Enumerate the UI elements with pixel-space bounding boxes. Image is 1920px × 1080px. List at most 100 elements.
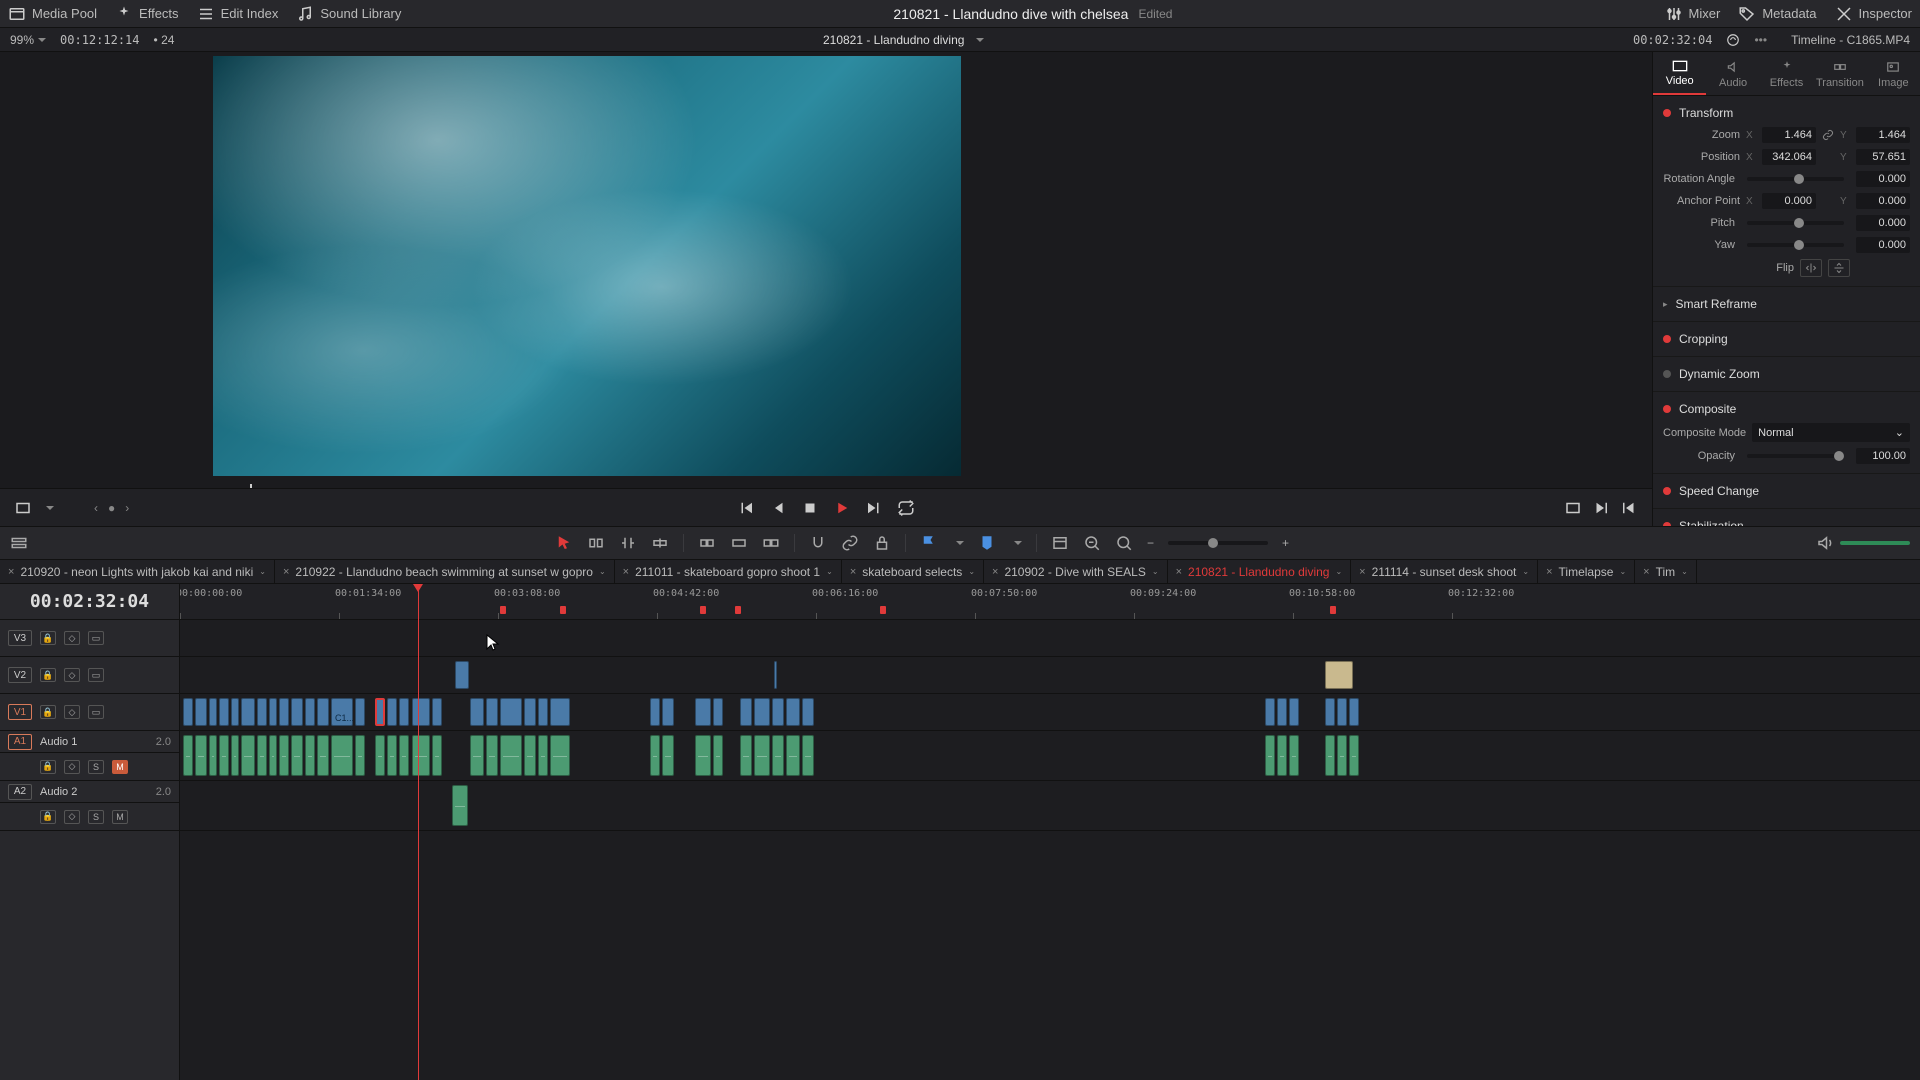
viewer-options[interactable]: ••• <box>1754 33 1767 47</box>
video-clip[interactable] <box>802 698 814 726</box>
insert-clip-icon[interactable] <box>698 534 716 552</box>
audio-clip[interactable] <box>291 735 303 776</box>
a2-auto[interactable]: ◇ <box>64 810 80 824</box>
audio-clip[interactable] <box>231 735 239 776</box>
video-clip[interactable] <box>486 698 498 726</box>
next-marker-icon[interactable] <box>1592 499 1610 517</box>
v3-badge[interactable]: V3 <box>8 630 32 646</box>
dynamic-zoom-dot[interactable] <box>1663 370 1671 378</box>
a1-lock[interactable]: 🔒 <box>40 760 56 774</box>
step-back-icon[interactable] <box>769 499 787 517</box>
video-clip[interactable] <box>317 698 329 726</box>
video-clip[interactable] <box>305 698 315 726</box>
overwrite-clip-icon[interactable] <box>730 534 748 552</box>
viewer-mode-dropdown[interactable] <box>42 501 54 515</box>
audio-clip[interactable] <box>1325 735 1335 776</box>
video-clip[interactable] <box>241 698 255 726</box>
sound-library-tab[interactable]: Sound Library <box>296 5 401 23</box>
video-clip[interactable] <box>740 698 752 726</box>
video-clip[interactable] <box>774 661 777 689</box>
source-timecode[interactable]: 00:12:12:14 <box>60 33 139 47</box>
chevron-down-icon[interactable]: ⌄ <box>968 567 975 576</box>
audio-clip[interactable] <box>538 735 548 776</box>
composite-header[interactable]: Composite <box>1663 398 1910 420</box>
audio-clip[interactable] <box>550 735 570 776</box>
match-frame-icon[interactable]: ● <box>108 501 115 515</box>
video-clip[interactable] <box>524 698 536 726</box>
marker-icon[interactable] <box>978 534 996 552</box>
audio-clip[interactable] <box>257 735 267 776</box>
a2-track[interactable] <box>180 781 1920 831</box>
position-lock-icon[interactable] <box>873 534 891 552</box>
video-clip[interactable] <box>387 698 397 726</box>
audio-clip[interactable] <box>786 735 800 776</box>
video-clip[interactable] <box>1325 698 1335 726</box>
v1-badge[interactable]: V1 <box>8 704 32 720</box>
video-clip[interactable] <box>183 698 193 726</box>
anchor-x-input[interactable]: 0.000 <box>1762 193 1816 209</box>
timeline-tab[interactable]: ×210922 - Llandudno beach swimming at su… <box>275 560 615 583</box>
viewer-clip-title[interactable]: 210821 - Llandudno diving <box>823 33 964 47</box>
stop-icon[interactable] <box>801 499 819 517</box>
replace-clip-icon[interactable] <box>762 534 780 552</box>
audio-clip[interactable] <box>195 735 207 776</box>
metadata-tab[interactable]: Metadata <box>1738 5 1816 23</box>
dynamic-zoom-header[interactable]: Dynamic Zoom <box>1663 363 1910 385</box>
video-clip[interactable] <box>231 698 239 726</box>
video-clip[interactable] <box>500 698 522 726</box>
audio-clip[interactable] <box>331 735 353 776</box>
loop-icon[interactable] <box>897 499 915 517</box>
ruler-marker[interactable] <box>700 606 706 614</box>
ruler-marker[interactable] <box>880 606 886 614</box>
v1-head[interactable]: V1 🔒 ◇ ▭ <box>0 694 179 731</box>
big-timecode[interactable]: 00:02:32:04 <box>0 584 179 620</box>
pitch-input[interactable]: 0.000 <box>1856 215 1910 231</box>
video-clip[interactable] <box>470 698 484 726</box>
a1-buttons-head[interactable]: 🔒 ◇ S M <box>0 753 179 781</box>
audio-clip[interactable] <box>1265 735 1275 776</box>
yaw-slider[interactable] <box>1747 243 1844 247</box>
video-clip[interactable] <box>195 698 207 726</box>
a1-name-head[interactable]: A1 Audio 1 2.0 <box>0 731 179 753</box>
ruler-marker[interactable] <box>1330 606 1336 614</box>
pos-x-input[interactable]: 342.064 <box>1762 149 1816 165</box>
v3-head[interactable]: V3 🔒 ◇ ▭ <box>0 620 179 657</box>
audio-clip[interactable] <box>317 735 329 776</box>
timeline-view-icon[interactable] <box>10 534 28 552</box>
video-clip[interactable] <box>1265 698 1275 726</box>
video-clip[interactable] <box>662 698 674 726</box>
fullscreen-icon[interactable] <box>1564 499 1582 517</box>
zoom-percent[interactable]: 99% <box>10 33 46 47</box>
chevron-down-icon[interactable]: ⌄ <box>599 567 606 576</box>
volume-slider[interactable] <box>1840 541 1910 545</box>
video-clip[interactable] <box>399 698 409 726</box>
video-clip[interactable] <box>695 698 711 726</box>
video-clip[interactable] <box>538 698 548 726</box>
audio-clip[interactable] <box>662 735 674 776</box>
video-clip[interactable] <box>257 698 267 726</box>
flag-icon[interactable] <box>920 534 938 552</box>
video-clip[interactable] <box>209 698 217 726</box>
video-clip[interactable] <box>412 698 430 726</box>
video-clip[interactable] <box>432 698 442 726</box>
audio-clip[interactable] <box>754 735 770 776</box>
a2-badge[interactable]: A2 <box>8 784 32 800</box>
timeline-tab[interactable]: ×skateboard selects⌄ <box>842 560 984 583</box>
ruler-marker[interactable] <box>560 606 566 614</box>
yaw-input[interactable]: 0.000 <box>1856 237 1910 253</box>
inspector-tab[interactable]: Inspector <box>1835 5 1912 23</box>
close-icon[interactable]: × <box>623 566 629 578</box>
audio-clip[interactable] <box>279 735 289 776</box>
timeline-tab[interactable]: ×Timelapse⌄ <box>1538 560 1635 583</box>
timeline-ruler[interactable]: 00:00:00:0000:01:34:0000:03:08:0000:04:4… <box>180 584 1920 620</box>
audio-clip[interactable] <box>241 735 255 776</box>
audio-clip[interactable] <box>452 785 468 826</box>
ruler-marker[interactable] <box>500 606 506 614</box>
audio-clip[interactable] <box>432 735 442 776</box>
video-clip[interactable] <box>650 698 660 726</box>
audio-clip[interactable] <box>375 735 385 776</box>
opacity-slider[interactable] <box>1747 454 1844 458</box>
v3-auto[interactable]: ◇ <box>64 631 80 645</box>
effects-tab[interactable]: Effects <box>115 5 179 23</box>
a2-solo[interactable]: S <box>88 810 104 824</box>
